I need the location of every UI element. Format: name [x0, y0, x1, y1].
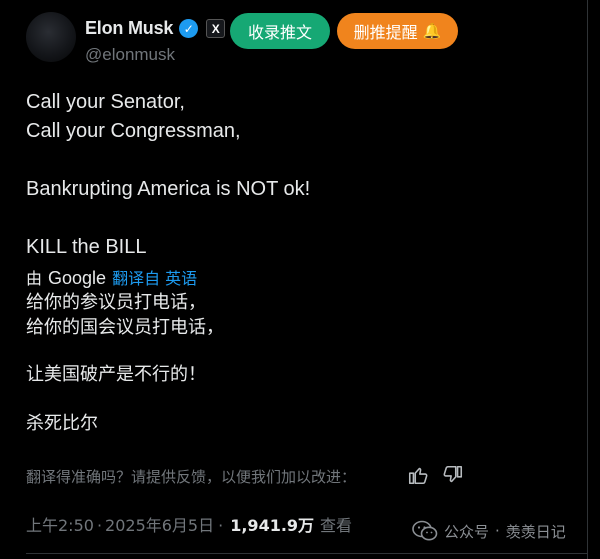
bottom-divider: [26, 553, 588, 554]
tweet-meta: 上午2:50 · 2025年6月5日 · 1,941.9万 查看: [26, 512, 352, 536]
save-tweet-button[interactable]: 收录推文: [230, 13, 330, 49]
tweet-line: Call your Congressman,: [26, 120, 241, 142]
tweet-date[interactable]: 2025年6月5日: [105, 512, 214, 536]
meta-separator: ·: [218, 516, 224, 535]
watermark-account: 羡羡日记: [505, 522, 566, 541]
translated-line: 让美国破产是不行的！: [26, 364, 206, 385]
author-name-row: Elon Musk ✓ X: [85, 18, 226, 39]
tweet-text-translated: 给你的参议员打电话， 给你的国会议员打电话， 让美国破产是不行的！ 杀死比尔: [26, 290, 224, 436]
delete-reminder-label: 删推提醒: [353, 23, 418, 42]
tweet-time[interactable]: 上午2:50: [26, 512, 94, 536]
watermark-separator: ·: [495, 522, 500, 540]
avatar[interactable]: [26, 12, 76, 62]
translated-blank-line: [26, 387, 224, 411]
translated-line: 杀死比尔: [26, 413, 98, 434]
thumbs-up-icon[interactable]: [407, 464, 429, 486]
bell-icon: 🔔: [422, 22, 442, 40]
tweet-line: Call your Senator,: [26, 91, 185, 113]
wechat-watermark: 公众号 · 羡羡日记: [412, 520, 566, 542]
right-divider: [587, 0, 588, 559]
translation-feedback: 翻译得准确吗？请提供反馈，以便我们加以改进：: [26, 464, 476, 487]
tweet-text-original: Call your Senator, Call your Congressman…: [26, 88, 310, 262]
watermark-source: 公众号: [444, 522, 490, 541]
views-count: 1,941.9万: [230, 516, 315, 535]
tweet-line: Bankrupting America is NOT ok!: [26, 178, 311, 200]
tweet-line: KILL the BILL: [26, 236, 147, 258]
meta-separator: ·: [96, 516, 103, 535]
author-name[interactable]: Elon Musk: [85, 18, 173, 39]
translated-from-link[interactable]: 翻译自 英语: [112, 265, 197, 289]
verified-badge-icon: ✓: [179, 19, 199, 38]
translation-attribution: 由 Google 翻译自 英语: [26, 265, 197, 289]
views-label: 查看: [320, 516, 353, 535]
tweet-header: Elon Musk ✓ X @elonmusk 收录推文 删推提醒 🔔: [26, 10, 586, 70]
author-handle[interactable]: @elonmusk: [85, 45, 175, 65]
feedback-prompt: 翻译得准确吗？请提供反馈，以便我们加以改进：: [26, 468, 357, 486]
translated-by-label: 由: [26, 269, 43, 288]
delete-reminder-button[interactable]: 删推提醒 🔔: [337, 13, 458, 49]
wechat-icon: [412, 520, 438, 541]
x-logo-icon[interactable]: X: [206, 19, 226, 38]
translated-line: 给你的国会议员打电话，: [26, 317, 224, 338]
google-logo: Google: [48, 268, 107, 288]
translated-line: 给你的参议员打电话，: [26, 292, 206, 313]
thumbs-down-icon[interactable]: [442, 464, 464, 486]
translated-blank-line: [26, 340, 224, 362]
